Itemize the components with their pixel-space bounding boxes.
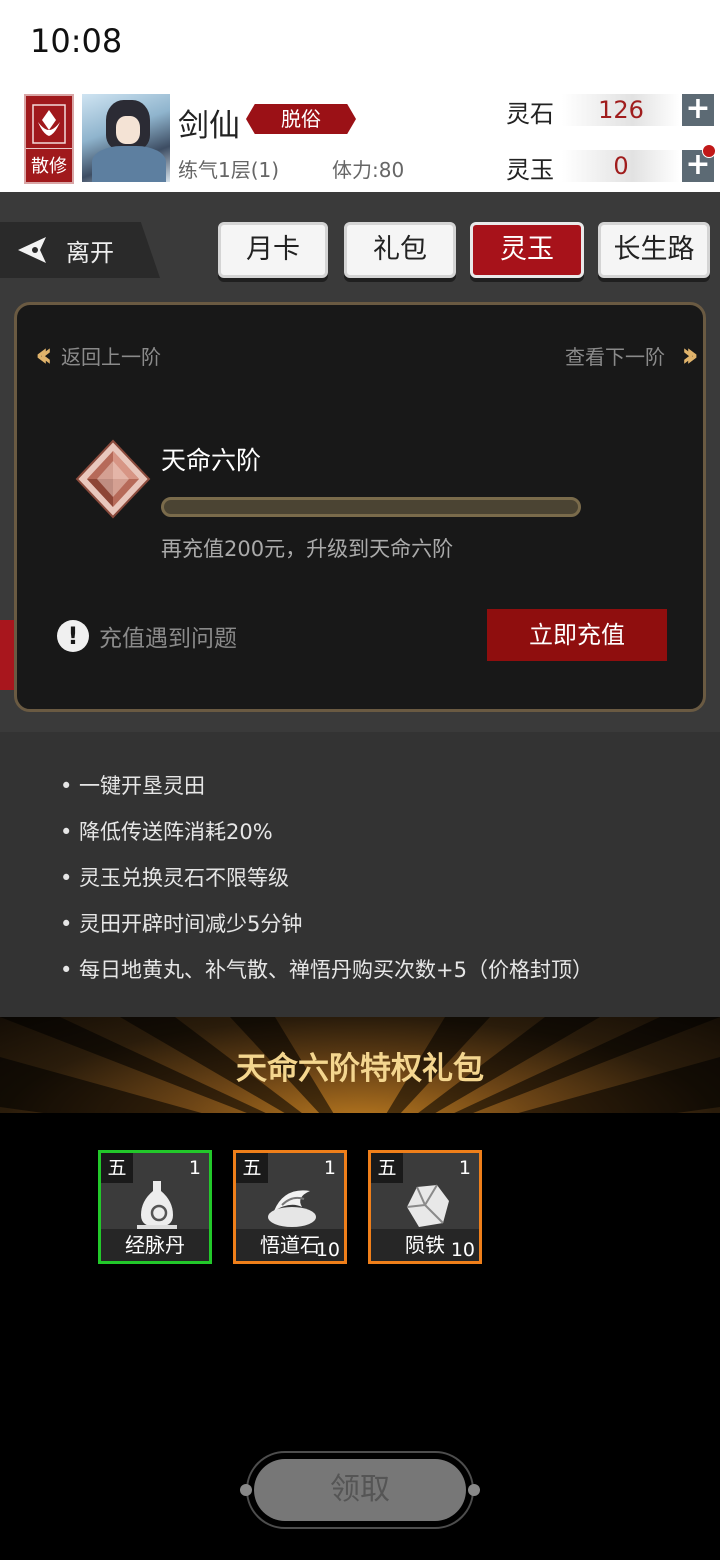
- reward-item[interactable]: 五 1 陨铁 10: [368, 1150, 482, 1264]
- item-qty: 1: [188, 1157, 201, 1179]
- recharge-now-button[interactable]: 立即充值: [487, 609, 667, 661]
- claim-button[interactable]: 领取: [254, 1459, 466, 1521]
- reward-item[interactable]: 五 1 悟道石 10: [233, 1150, 347, 1264]
- lotus-icon: [32, 104, 66, 144]
- perks-list: • 一键开垦灵田 • 降低传送阵消耗20% • 灵玉兑换灵石不限等级 • 灵田开…: [0, 732, 720, 1017]
- perk-item: • 一键开垦灵田: [60, 774, 206, 798]
- next-tier-label: 查看下一阶: [564, 344, 665, 369]
- vip-card: ‹‹ 返回上一阶 查看下一阶 ›› 天命六阶 再充值200元，升级到天命六阶 !…: [14, 302, 706, 712]
- gift-area: 五 1 经脉丹 五 1 悟道石 10 五 1 陨铁 10 领取: [0, 1113, 720, 1560]
- reward-item[interactable]: 五 1 经脉丹: [98, 1150, 212, 1264]
- recharge-issue-link[interactable]: ! 充值遇到问题: [57, 619, 237, 653]
- item-qty: 1: [323, 1157, 336, 1179]
- leave-button[interactable]: 离开: [0, 222, 160, 278]
- vip-content: ‹‹ 返回上一阶 查看下一阶 ›› 天命六阶 再充值200元，升级到天命六阶 !…: [0, 288, 720, 1017]
- avatar[interactable]: [82, 94, 170, 182]
- notification-dot: [702, 144, 716, 158]
- stone-icon: [268, 1190, 316, 1227]
- perk-item: • 降低传送阵消耗20%: [60, 820, 273, 844]
- double-chevron-left-icon: ‹‹: [35, 335, 53, 375]
- item-name: 经脉丹: [101, 1229, 209, 1261]
- pill-bottle-icon: [137, 1181, 177, 1229]
- spirit-jade-value: 0: [562, 150, 680, 182]
- cultivation-level: 练气1层(1): [178, 158, 280, 182]
- rank-title: 天命六阶: [161, 446, 262, 475]
- tab-monthly-card[interactable]: 月卡: [218, 222, 328, 278]
- diamond-rank-icon: [75, 439, 151, 519]
- back-arrow-icon: [18, 237, 46, 263]
- perk-item: • 灵玉兑换灵石不限等级: [60, 866, 290, 890]
- stamina: 体力:80: [332, 158, 405, 182]
- realm-badge: 脱俗: [246, 104, 356, 134]
- item-count: 10: [450, 1239, 475, 1261]
- double-chevron-right-icon: ››: [680, 335, 699, 375]
- sect-label: 散修: [26, 148, 72, 178]
- recharge-issue-label: 充值遇到问题: [99, 626, 237, 652]
- spirit-jade-label: 灵玉: [506, 156, 554, 184]
- sect-badge[interactable]: 散修: [24, 94, 74, 184]
- prev-tier-label: 返回上一阶: [61, 344, 162, 369]
- next-tier-link[interactable]: 查看下一阶 ››: [564, 335, 699, 375]
- clock: 10:08: [30, 22, 123, 60]
- gift-title: 天命六阶特权礼包: [236, 1051, 484, 1087]
- player-name: 剑仙: [178, 108, 240, 144]
- perk-item: • 灵田开辟时间减少5分钟: [60, 912, 303, 936]
- gift-banner: 天命六阶特权礼包: [0, 1017, 720, 1113]
- perk-item: • 每日地黄丸、补气散、禅悟丹购买次数+5（价格封顶）: [60, 958, 594, 982]
- tab-longevity-road[interactable]: 长生路: [598, 222, 710, 278]
- add-spirit-stone-button[interactable]: +: [682, 94, 714, 126]
- prev-tier-link[interactable]: ‹‹ 返回上一阶: [35, 335, 161, 375]
- spirit-stone-value: 126: [562, 94, 680, 126]
- meteor-iron-icon: [406, 1184, 449, 1227]
- leave-label: 离开: [66, 238, 114, 267]
- exclamation-icon: !: [57, 620, 89, 652]
- upgrade-hint: 再充值200元，升级到天命六阶: [161, 537, 454, 561]
- item-count: 10: [315, 1239, 340, 1261]
- item-qty: 1: [458, 1157, 471, 1179]
- tab-gift-pack[interactable]: 礼包: [344, 222, 456, 278]
- status-bar: 10:08: [0, 0, 720, 88]
- tab-bar: 离开 月卡 礼包 灵玉 长生路: [0, 192, 720, 288]
- player-header: 散修 剑仙 脱俗 练气1层(1) 体力:80 灵石 126 + 灵玉 0 +: [0, 88, 720, 192]
- spirit-stone-label: 灵石: [506, 100, 554, 128]
- tab-spirit-jade[interactable]: 灵玉: [470, 222, 584, 278]
- recharge-progress-bar: [161, 497, 581, 517]
